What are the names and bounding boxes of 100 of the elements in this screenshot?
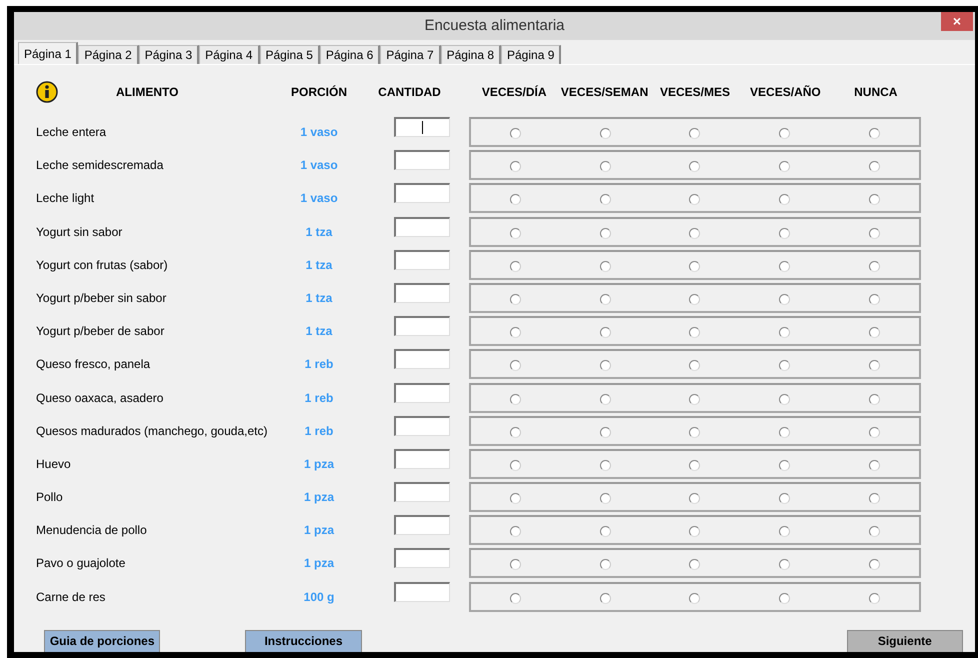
radio-button[interactable] xyxy=(779,294,790,305)
quantity-field[interactable] xyxy=(394,216,450,237)
radio-button[interactable] xyxy=(510,360,522,372)
radio-button[interactable] xyxy=(868,493,880,504)
radio-button[interactable] xyxy=(868,327,880,338)
radio-button[interactable] xyxy=(510,559,522,570)
tab[interactable]: Página 8 xyxy=(440,45,501,64)
radio-button[interactable] xyxy=(868,426,880,438)
tab[interactable]: Página 6 xyxy=(320,45,380,64)
radio-button[interactable] xyxy=(600,294,611,305)
quantity-field[interactable] xyxy=(394,416,450,436)
radio-button[interactable] xyxy=(600,260,611,272)
tab[interactable]: Página 5 xyxy=(260,45,320,64)
quantity-field[interactable] xyxy=(394,448,450,469)
radio-button[interactable] xyxy=(600,128,611,139)
radio-button[interactable] xyxy=(868,128,880,139)
quantity-field[interactable] xyxy=(394,482,450,502)
tab[interactable]: Página 7 xyxy=(380,45,441,64)
radio-button[interactable] xyxy=(510,294,522,305)
radio-button[interactable] xyxy=(689,128,700,139)
radio-button[interactable] xyxy=(779,592,790,604)
radio-button[interactable] xyxy=(689,161,700,172)
radio-button[interactable] xyxy=(868,559,880,570)
radio-button[interactable] xyxy=(779,394,790,404)
close-button[interactable]: × xyxy=(941,12,973,31)
radio-button[interactable] xyxy=(510,426,522,438)
quantity-field[interactable] xyxy=(394,316,450,336)
radio-button[interactable] xyxy=(868,394,880,404)
tab[interactable]: Página 1 xyxy=(18,42,78,64)
action-button[interactable]: Guia de porciones xyxy=(44,630,160,652)
quantity-field[interactable] xyxy=(394,250,450,270)
radio-button[interactable] xyxy=(510,327,522,338)
radio-button[interactable] xyxy=(600,592,611,604)
radio-button[interactable] xyxy=(600,394,611,404)
quantity-field[interactable] xyxy=(394,117,450,137)
radio-button[interactable] xyxy=(510,228,522,239)
quantity-field[interactable] xyxy=(394,515,450,536)
radio-button[interactable] xyxy=(779,460,790,471)
radio-button[interactable] xyxy=(600,360,611,372)
radio-button[interactable] xyxy=(868,228,880,239)
radio-button[interactable] xyxy=(510,161,522,172)
quantity-field[interactable] xyxy=(394,582,450,602)
radio-button[interactable] xyxy=(779,128,790,139)
radio-button[interactable] xyxy=(868,526,880,538)
radio-button[interactable] xyxy=(689,327,700,338)
radio-button[interactable] xyxy=(689,559,700,570)
radio-button[interactable] xyxy=(600,559,611,570)
radio-button[interactable] xyxy=(510,128,522,139)
radio-button[interactable] xyxy=(600,493,611,504)
radio-button[interactable] xyxy=(779,493,790,504)
radio-button[interactable] xyxy=(600,426,611,438)
radio-button[interactable] xyxy=(689,426,700,438)
radio-button[interactable] xyxy=(868,360,880,372)
radio-button[interactable] xyxy=(689,526,700,538)
radio-button[interactable] xyxy=(510,194,522,206)
radio-button[interactable] xyxy=(868,194,880,206)
radio-button[interactable] xyxy=(689,460,700,471)
radio-button[interactable] xyxy=(510,260,522,272)
radio-button[interactable] xyxy=(689,592,700,604)
radio-button[interactable] xyxy=(510,493,522,504)
radio-button[interactable] xyxy=(779,194,790,206)
quantity-field[interactable] xyxy=(394,349,450,370)
radio-button[interactable] xyxy=(510,394,522,404)
radio-button[interactable] xyxy=(600,161,611,172)
action-button[interactable]: Instrucciones xyxy=(245,630,362,652)
quantity-field[interactable] xyxy=(394,183,450,204)
quantity-field[interactable] xyxy=(394,548,450,568)
radio-button[interactable] xyxy=(779,260,790,272)
radio-button[interactable] xyxy=(868,592,880,604)
quantity-field[interactable] xyxy=(394,382,450,402)
radio-button[interactable] xyxy=(779,526,790,538)
radio-button[interactable] xyxy=(510,592,522,604)
radio-button[interactable] xyxy=(779,360,790,372)
radio-button[interactable] xyxy=(689,294,700,305)
radio-button[interactable] xyxy=(600,526,611,538)
radio-button[interactable] xyxy=(779,327,790,338)
radio-button[interactable] xyxy=(689,493,700,504)
radio-button[interactable] xyxy=(600,228,611,239)
radio-button[interactable] xyxy=(510,526,522,538)
radio-button[interactable] xyxy=(779,228,790,239)
tab[interactable]: Página 4 xyxy=(199,45,260,64)
radio-button[interactable] xyxy=(689,394,700,404)
radio-button[interactable] xyxy=(868,161,880,172)
radio-button[interactable] xyxy=(689,194,700,206)
action-button[interactable]: Siguiente xyxy=(846,630,963,652)
radio-button[interactable] xyxy=(779,559,790,570)
radio-button[interactable] xyxy=(868,460,880,471)
radio-button[interactable] xyxy=(600,460,611,471)
tab[interactable]: Página 3 xyxy=(138,45,200,64)
radio-button[interactable] xyxy=(689,260,700,272)
radio-button[interactable] xyxy=(689,360,700,372)
tab[interactable]: Página 9 xyxy=(501,45,562,64)
radio-button[interactable] xyxy=(779,161,790,172)
quantity-field[interactable] xyxy=(394,150,450,170)
radio-button[interactable] xyxy=(600,194,611,206)
radio-button[interactable] xyxy=(689,228,700,239)
quantity-field[interactable] xyxy=(394,282,450,303)
radio-button[interactable] xyxy=(600,327,611,338)
radio-button[interactable] xyxy=(510,460,522,471)
radio-button[interactable] xyxy=(868,294,880,305)
